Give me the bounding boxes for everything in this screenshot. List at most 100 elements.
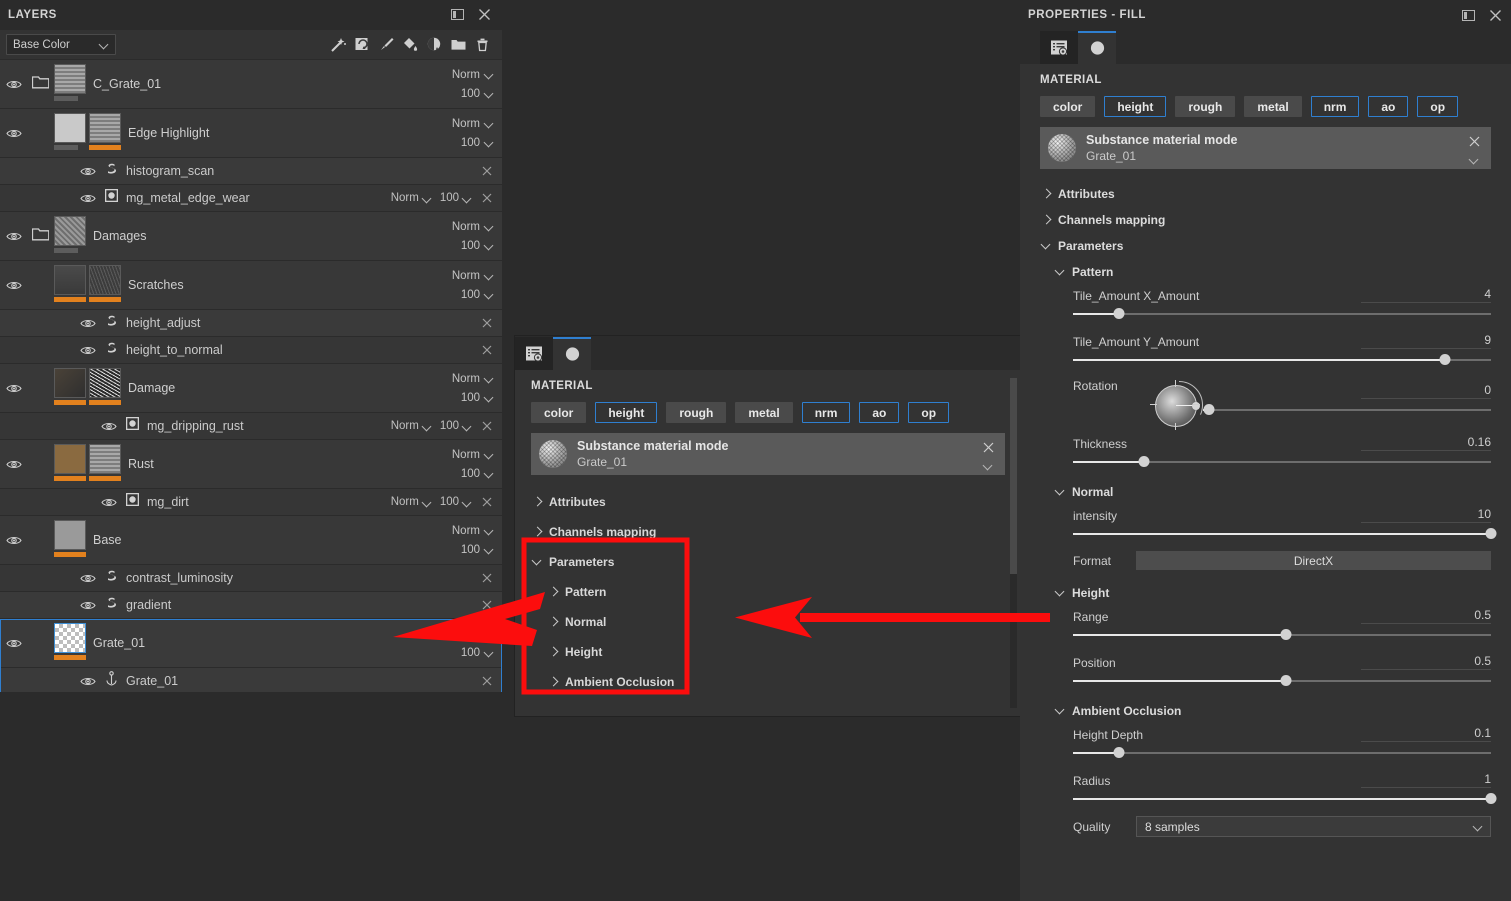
- chevron-down-icon[interactable]: [485, 374, 494, 383]
- layer-blend-mode[interactable]: Norm: [452, 114, 494, 133]
- layer-effect-row[interactable]: height_to_normal: [0, 337, 502, 364]
- tree-item-height[interactable]: Height: [531, 637, 1005, 667]
- channel-button-color[interactable]: color: [531, 402, 587, 423]
- chevron-down-icon[interactable]: [485, 393, 494, 402]
- chevron-down-icon[interactable]: [485, 271, 494, 280]
- remove-effect-icon[interactable]: [478, 569, 496, 587]
- layer-opacity[interactable]: 100: [440, 420, 459, 432]
- chevron-down-icon[interactable]: [485, 70, 494, 79]
- layer-blend-mode[interactable]: Norm: [391, 192, 419, 204]
- channel-button-op[interactable]: op: [1417, 96, 1459, 117]
- param-value-format[interactable]: DirectX: [1136, 551, 1491, 570]
- channel-button-height[interactable]: height: [1104, 96, 1167, 117]
- material-tab-icon[interactable]: [1078, 31, 1116, 64]
- layer-effect-row[interactable]: height_adjust: [0, 310, 502, 337]
- layer-thumbnail[interactable]: [89, 368, 121, 398]
- layer-thumbnails[interactable]: [54, 212, 89, 260]
- layer-blend-mode[interactable]: Norm: [391, 496, 419, 508]
- layer-thumbnail[interactable]: [54, 265, 86, 295]
- layer-effect-row[interactable]: Grate_01: [0, 668, 502, 692]
- remove-effect-icon[interactable]: [478, 493, 496, 511]
- layer-thumbnails[interactable]: [54, 261, 124, 309]
- paint-brush-icon[interactable]: [374, 33, 398, 57]
- remove-effect-icon[interactable]: [478, 672, 496, 690]
- layer-opacity[interactable]: 100: [461, 643, 494, 662]
- center-panel-scrollbar[interactable]: [1010, 378, 1017, 708]
- channel-button-op[interactable]: op: [908, 402, 950, 423]
- param-group-ambient-occlusion[interactable]: Ambient Occlusion: [1040, 698, 1491, 724]
- remove-effect-icon[interactable]: [478, 596, 496, 614]
- layer-thumbnails[interactable]: [54, 109, 124, 157]
- mask-icon[interactable]: [422, 33, 446, 57]
- properties-material-row[interactable]: Substance material mode Grate_01: [1040, 127, 1491, 169]
- param-value-height-depth[interactable]: 0.1: [1361, 726, 1491, 742]
- layer-thumbnail[interactable]: [54, 368, 86, 398]
- chevron-down-icon[interactable]: [463, 194, 472, 203]
- layer-list[interactable]: C_Grate_01 Norm 100 Edge Highlight Norm …: [0, 60, 502, 692]
- layer-opacity[interactable]: 100: [461, 540, 494, 559]
- remove-material-icon[interactable]: [1465, 132, 1483, 150]
- remove-effect-icon[interactable]: [478, 189, 496, 207]
- param-group-height[interactable]: Height: [1040, 580, 1491, 606]
- channel-button-color[interactable]: color: [1040, 96, 1096, 117]
- layer-opacity[interactable]: 100: [440, 192, 459, 204]
- layer-opacity[interactable]: 100: [461, 388, 494, 407]
- remove-effect-icon[interactable]: [478, 314, 496, 332]
- layer-blend-mode[interactable]: Norm: [452, 521, 494, 540]
- layer-row[interactable]: Scratches Norm 100: [0, 261, 502, 310]
- visibility-eye-icon[interactable]: [79, 193, 96, 203]
- layer-opacity[interactable]: 100: [461, 84, 494, 103]
- param-value-range[interactable]: 0.5: [1361, 608, 1491, 624]
- layer-opacity[interactable]: 100: [461, 285, 494, 304]
- chevron-down-icon[interactable]: [485, 526, 494, 535]
- channel-select[interactable]: Base Color: [6, 34, 116, 55]
- tree-item-normal[interactable]: Normal: [531, 607, 1005, 637]
- param-group-pattern[interactable]: Pattern: [1040, 259, 1491, 285]
- layer-effect-row[interactable]: mg_dirt Norm 100: [0, 489, 502, 516]
- rotation-dial[interactable]: [1147, 377, 1203, 433]
- visibility-eye-icon[interactable]: [5, 231, 22, 241]
- smart-mask-icon[interactable]: [350, 33, 374, 57]
- close-icon[interactable]: [474, 5, 494, 25]
- chevron-down-icon[interactable]: [485, 241, 494, 250]
- remove-effect-icon[interactable]: [478, 417, 496, 435]
- dock-icon[interactable]: [447, 5, 467, 25]
- channel-button-metal[interactable]: metal: [735, 402, 793, 423]
- param-slider-range[interactable]: [1073, 628, 1491, 642]
- chevron-down-icon[interactable]: [485, 545, 494, 554]
- section-channels-mapping[interactable]: Channels mapping: [1040, 207, 1491, 233]
- layer-thumbnail[interactable]: [54, 216, 86, 246]
- visibility-eye-icon[interactable]: [79, 676, 96, 686]
- chevron-down-icon[interactable]: [485, 648, 494, 657]
- param-value-intensity[interactable]: 10: [1361, 507, 1491, 523]
- properties-tab-icon[interactable]: [515, 337, 553, 370]
- tree-item-ambient-occlusion[interactable]: Ambient Occlusion: [531, 667, 1005, 697]
- layer-effect-row[interactable]: contrast_luminosity: [0, 565, 502, 592]
- magic-wand-icon[interactable]: [326, 33, 350, 57]
- layer-row[interactable]: Damages Norm 100: [0, 212, 502, 261]
- layer-row[interactable]: Edge Highlight Norm 100: [0, 109, 502, 158]
- param-slider-height-depth[interactable]: [1073, 746, 1491, 760]
- center-material-row[interactable]: Substance material mode Grate_01: [531, 433, 1005, 475]
- chevron-down-icon[interactable]: [485, 119, 494, 128]
- param-slider-thickness[interactable]: [1073, 455, 1491, 469]
- layer-effect-row[interactable]: gradient: [0, 592, 502, 619]
- layer-thumbnail[interactable]: [54, 113, 86, 143]
- delete-icon[interactable]: [470, 33, 494, 57]
- layer-effect-row[interactable]: mg_metal_edge_wear Norm 100: [0, 185, 502, 212]
- chevron-down-icon[interactable]: [485, 222, 494, 231]
- layer-thumbnail[interactable]: [54, 520, 86, 550]
- layer-blend-mode[interactable]: Norm: [452, 217, 494, 236]
- visibility-eye-icon[interactable]: [79, 600, 96, 610]
- material-expand-chevron-icon[interactable]: [1470, 155, 1479, 164]
- visibility-eye-icon[interactable]: [5, 128, 22, 138]
- param-slider-intensity[interactable]: [1073, 527, 1497, 541]
- new-folder-icon[interactable]: [446, 33, 470, 57]
- chevron-down-icon[interactable]: [423, 194, 432, 203]
- layer-blend-mode[interactable]: Norm: [452, 369, 494, 388]
- param-value-tile-amount-x-amount[interactable]: 4: [1361, 287, 1491, 303]
- layer-thumbnails[interactable]: [54, 440, 124, 488]
- layer-thumbnail[interactable]: [89, 113, 121, 143]
- visibility-eye-icon[interactable]: [5, 79, 22, 89]
- channel-button-rough[interactable]: rough: [1175, 96, 1236, 117]
